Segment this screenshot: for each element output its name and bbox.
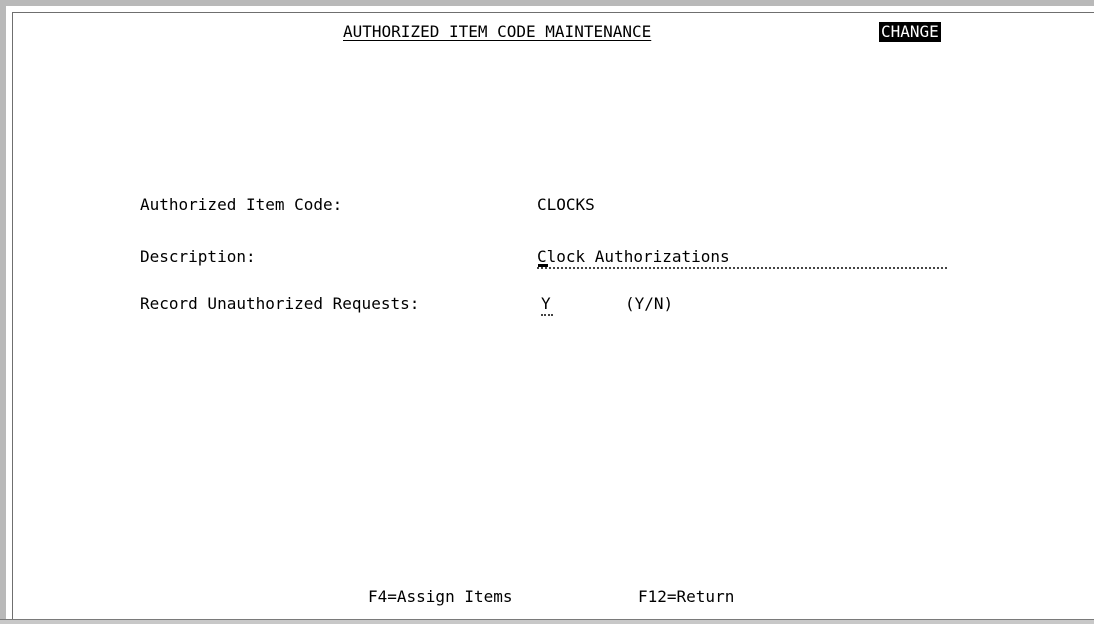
mode-badge: CHANGE (879, 22, 941, 42)
window-bottom-border (0, 619, 1094, 624)
record-unauthorized-label: Record Unauthorized Requests: (140, 294, 420, 313)
item-code-value: CLOCKS (537, 195, 595, 214)
record-unauthorized-input[interactable] (541, 294, 553, 316)
text-cursor (538, 264, 548, 267)
window-inner-border (12, 12, 1094, 624)
f12-return-key[interactable]: F12=Return (638, 587, 734, 607)
description-label: Description: (140, 247, 256, 266)
yes-no-hint: (Y/N) (625, 294, 674, 313)
item-code-label: Authorized Item Code: (140, 195, 343, 214)
description-input[interactable] (537, 247, 947, 269)
screen-title: AUTHORIZED ITEM CODE MAINTENANCE (343, 22, 652, 41)
f4-assign-items-key[interactable]: F4=Assign Items (368, 587, 513, 607)
